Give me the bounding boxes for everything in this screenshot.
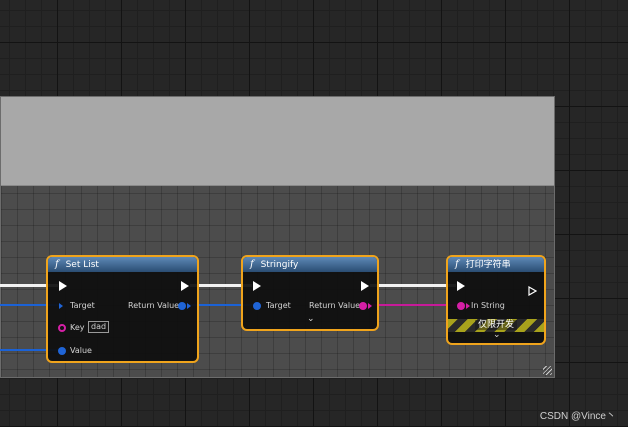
print-string-node[interactable]: f 打印字符串 In String 仅限开发 ⌄ <box>446 255 546 345</box>
target-pin-label: Target <box>70 301 95 310</box>
return-value-arrow-icon <box>187 303 191 309</box>
stringify-title: Stringify <box>260 260 299 270</box>
return-value-arrow-icon <box>368 303 372 309</box>
exec-out-pin[interactable] <box>361 281 369 291</box>
value-pin-label: Value <box>70 346 92 355</box>
comment-resize-handle[interactable] <box>543 366 552 375</box>
target-pin-icon[interactable] <box>59 303 63 309</box>
exec-out-hollow-icon <box>528 285 538 297</box>
value-pin[interactable] <box>58 347 66 355</box>
watermark: CSDN @Vince丶 <box>539 411 616 422</box>
set-list-node-header[interactable]: f Set List <box>48 257 197 272</box>
string-wire-stringify-print[interactable] <box>368 304 458 306</box>
print-string-title: 打印字符串 <box>465 260 511 270</box>
exec-wire-stringify-print[interactable] <box>370 284 456 287</box>
in-string-pin[interactable] <box>457 302 465 310</box>
set-list-title: Set List <box>65 260 99 270</box>
exec-in-pin[interactable] <box>59 281 67 291</box>
function-icon: f <box>455 259 459 270</box>
exec-out-pin[interactable] <box>181 281 189 291</box>
exec-in-pin[interactable] <box>253 281 261 291</box>
expand-chevron-icon[interactable]: ⌄ <box>307 315 315 324</box>
key-pin-label: Key <box>70 323 85 332</box>
return-value-label: Return Value <box>309 301 361 310</box>
return-value-label: Return Value <box>128 301 180 310</box>
exec-in-pin[interactable] <box>457 281 465 291</box>
development-only-label: 仅限开发 <box>474 320 517 330</box>
in-string-label: In String <box>471 301 505 310</box>
set-list-node[interactable]: f Set List Target Return Value Key dad V… <box>46 255 199 363</box>
target-pin-label: Target <box>266 301 291 310</box>
return-value-pin[interactable] <box>359 302 367 310</box>
in-string-arrow-icon <box>466 303 470 309</box>
function-icon: f <box>55 259 59 270</box>
comment-header[interactable] <box>1 97 554 186</box>
exec-out-pin-hollow[interactable] <box>528 281 538 297</box>
print-string-node-header[interactable]: f 打印字符串 <box>448 257 544 272</box>
key-input[interactable]: dad <box>88 321 110 333</box>
stringify-node-header[interactable]: f Stringify <box>243 257 377 272</box>
stringify-node[interactable]: f Stringify Target Return Value ⌄ <box>241 255 379 331</box>
expand-chevron-icon[interactable]: ⌄ <box>493 331 501 340</box>
key-pin[interactable] <box>58 324 66 332</box>
return-value-pin[interactable] <box>178 302 186 310</box>
target-pin[interactable] <box>253 302 261 310</box>
function-icon: f <box>250 259 254 270</box>
